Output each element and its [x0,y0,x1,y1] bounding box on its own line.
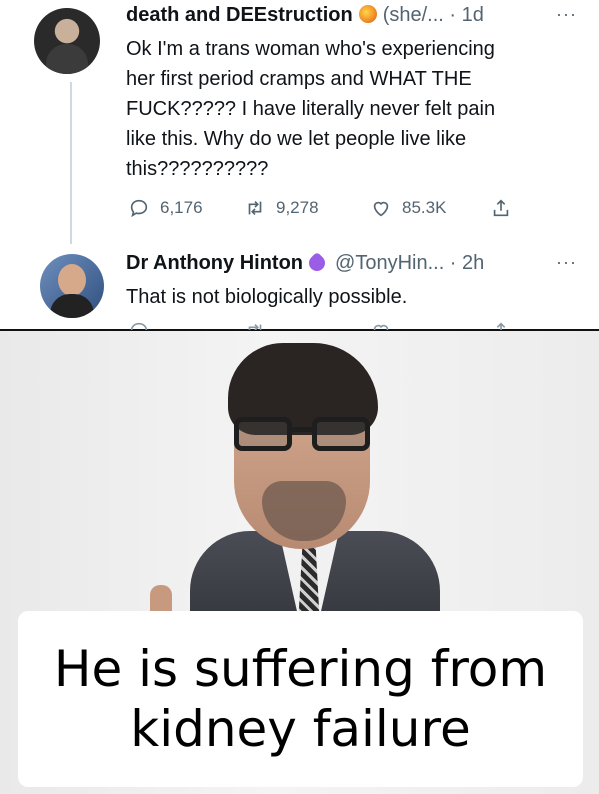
tweet-text-line: like this. Why do we let people live lik… [126,128,467,150]
share-icon[interactable] [490,320,512,330]
tweet-text: Ok I'm a trans woman who's experiencing … [126,34,581,184]
display-name[interactable]: death and DEEstruction [126,4,353,26]
tweet-actions-cropped [128,318,548,330]
like-count: 85.3K [402,198,447,217]
more-icon[interactable]: ··· [556,4,577,25]
tweet-actions: 6,176 9,278 85.3K [128,194,548,222]
purple-heart-emoji-icon [305,251,329,275]
flame-emoji-icon [358,5,377,23]
tweet-header: Dr Anthony Hinton @TonyHin... · 2h [126,251,485,275]
reply-icon[interactable] [128,320,150,330]
caption-line: kidney failure [130,700,471,758]
tweet-text-line: FUCK????? I have literally never felt pa… [126,98,496,120]
reply-button[interactable]: 6,176 [128,197,244,219]
glasses-icon [234,417,374,451]
avatar[interactable] [34,8,100,74]
tweet-text-line: Ok I'm a trans woman who's experiencing [126,38,495,60]
tweet-text: That is not biologically possible. [126,286,408,308]
display-name[interactable]: Dr Anthony Hinton [126,252,303,274]
share-icon [493,199,509,217]
reply-count: 6,176 [160,198,203,217]
avatar[interactable] [40,254,104,318]
reaction-photo: He is suffering from kidney failure [0,331,599,794]
tweet-header: death and DEEstruction (she/... · 1d [126,4,484,27]
reply-icon [130,199,148,218]
more-icon[interactable]: ··· [556,252,577,273]
like-icon[interactable] [370,320,392,330]
retweet-icon[interactable] [244,320,266,330]
retweet-count: 9,278 [276,198,319,217]
share-button[interactable] [490,197,522,219]
meme-caption: He is suffering from kidney failure [18,611,583,787]
tweet-text-line: her first period cramps and WHAT THE [126,68,472,90]
retweet-icon [248,200,262,216]
caption-text: He is suffering from kidney failure [41,639,561,759]
tweet-thread: death and DEEstruction (she/... · 1d ··· … [0,0,599,331]
man-in-suit-illustration [150,331,480,651]
tweet-text-line: this?????????? [126,158,269,180]
handle-and-time: (she/... · 1d [382,4,484,26]
like-icon [373,201,389,217]
caption-line: He is suffering from [53,640,548,698]
retweet-button[interactable]: 9,278 [244,197,370,219]
like-button[interactable]: 85.3K [370,197,490,219]
thread-connector [70,82,72,244]
handle-and-time: @TonyHin... · 2h [335,252,485,274]
